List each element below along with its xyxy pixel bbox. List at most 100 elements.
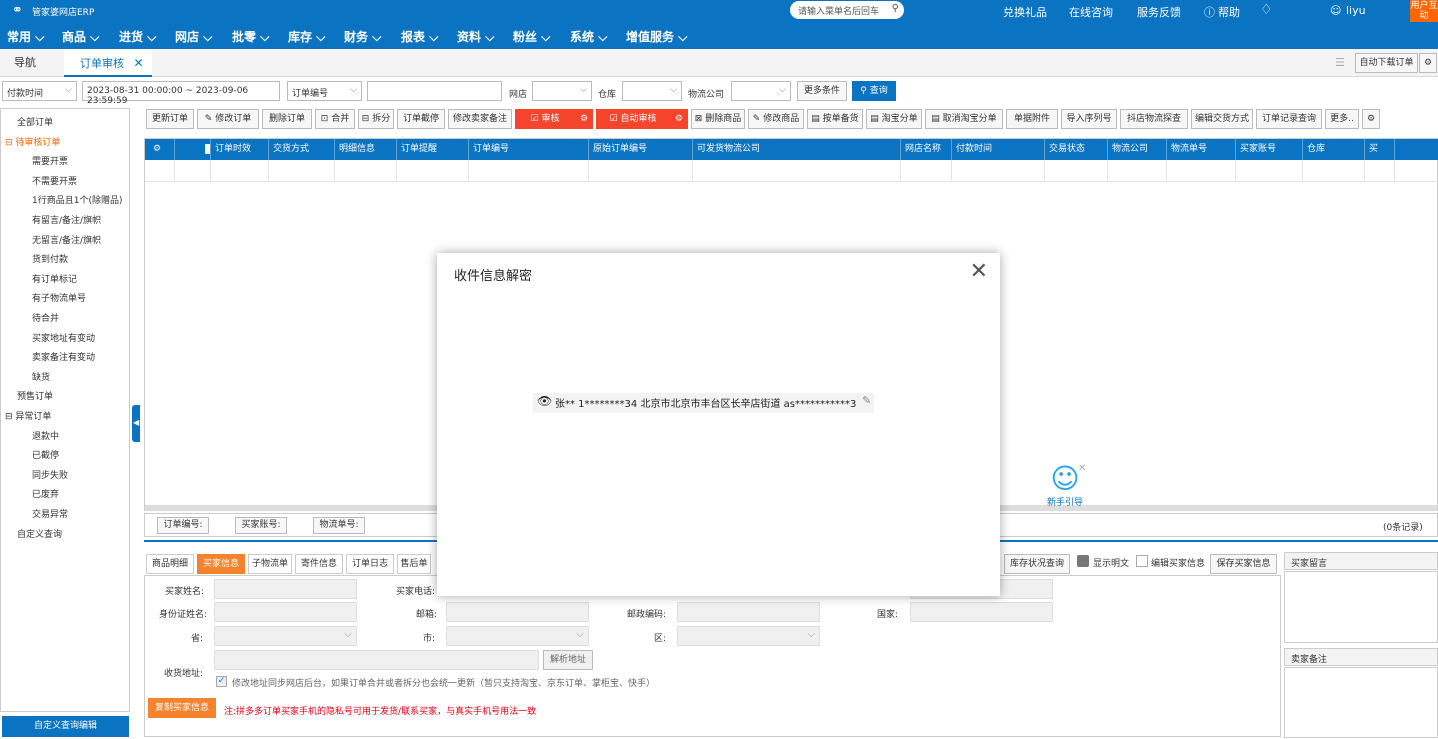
column-header[interactable]: 付款时间 (952, 139, 1045, 160)
column-header[interactable]: 可发货物流公司 (693, 139, 901, 160)
column-header[interactable]: 仓库 (1303, 139, 1365, 160)
close-icon[interactable]: ✕ (1078, 463, 1086, 474)
sidebar-item[interactable]: 待合并 (32, 311, 59, 324)
column-header[interactable]: 买家账号 (1236, 139, 1303, 160)
logistics-select[interactable]: ⌵ (731, 81, 791, 101)
warehouse-select[interactable]: ⌵ (622, 81, 682, 101)
menu-zengzhi[interactable]: 增值服务 ⌵ (626, 28, 687, 45)
action-button[interactable]: ▤ 淘宝分单 (866, 109, 922, 129)
table-cell[interactable] (693, 160, 901, 182)
bell-icon[interactable]: ♢ (1260, 2, 1273, 18)
action-button[interactable]: 删除订单 (262, 109, 312, 129)
auto-download-button[interactable]: 自动下载订单 (1355, 53, 1418, 73)
table-cell[interactable] (901, 160, 952, 182)
menu-search-input[interactable]: 请输入菜单名后回车 ⚲ (790, 1, 904, 19)
detail-tab[interactable]: 售后单 (397, 554, 431, 574)
close-tab-icon[interactable]: ✕ (134, 56, 144, 70)
sidebar-item[interactable]: 已废弃 (32, 487, 59, 500)
menu-baobiao[interactable]: 报表 ⌵ (401, 28, 438, 45)
collapse-sidebar-handle[interactable]: ◀ (132, 405, 140, 442)
table-cell[interactable] (145, 160, 175, 182)
detail-tab[interactable]: 商品明细 (146, 554, 194, 574)
sidebar-item[interactable]: 有订单标记 (32, 272, 77, 285)
country-input[interactable] (910, 602, 1053, 622)
action-button[interactable]: 编辑交货方式 (1191, 109, 1253, 129)
table-cell[interactable] (469, 160, 589, 182)
detail-tab[interactable]: 寄件信息 (295, 554, 343, 574)
column-header[interactable]: 网店名称 (901, 139, 952, 160)
gear-icon[interactable]: ⚙ (575, 109, 593, 129)
table-cell[interactable] (1365, 160, 1395, 182)
toolbar-gear-icon[interactable]: ⚙ (1362, 109, 1380, 129)
sidebar-item[interactable]: 无留言/备注/旗帜 (32, 233, 101, 246)
menu-caiwu[interactable]: 财务 ⌵ (344, 28, 381, 45)
menu-changyong[interactable]: 常用 ⌵ (7, 28, 44, 45)
gear-icon[interactable]: ⚙ (670, 109, 688, 129)
sidebar-item[interactable]: 退款中 (32, 429, 59, 442)
online-consult-link[interactable]: 在线咨询 (1069, 4, 1113, 20)
table-row[interactable] (145, 160, 1438, 182)
menu-pilin[interactable]: 批零 ⌵ (232, 28, 269, 45)
email-input[interactable] (446, 602, 589, 622)
table-cell[interactable] (1108, 160, 1167, 182)
detail-tab[interactable]: 子物流单 (248, 554, 292, 574)
sidebar-item[interactable]: 有子物流单号 (32, 291, 86, 304)
column-header[interactable]: 订单时效 (211, 139, 269, 160)
sidebar-item[interactable]: 卖家备注有变动 (32, 350, 95, 363)
sidebar-item[interactable]: ⊟ 异常订单 (5, 409, 51, 422)
copy-buyer-button[interactable]: 复制买家信息 (148, 698, 216, 718)
user-interaction-badge[interactable]: 用户互动 (1410, 0, 1438, 22)
action-button[interactable]: 更新订单 (146, 109, 194, 129)
action-button[interactable]: ✎ 修改商品 (748, 109, 804, 129)
query-button[interactable]: ⚲ 查询 (852, 81, 896, 101)
province-select[interactable]: ⌵ (214, 626, 357, 646)
address-input[interactable] (214, 650, 539, 670)
sidebar-item[interactable]: 已截停 (32, 448, 59, 461)
feedback-link[interactable]: 服务反馈 (1137, 4, 1181, 20)
menu-shangpin[interactable]: 商品 ⌵ (62, 28, 99, 45)
more-conditions-button[interactable]: 更多条件 (797, 81, 847, 101)
id-name-input[interactable] (214, 602, 357, 622)
postcode-input[interactable] (677, 602, 820, 622)
action-button[interactable]: ⊠ 删除商品 (691, 109, 745, 129)
sidebar-item[interactable]: 交易异常 (32, 507, 68, 520)
column-header[interactable]: 买 (1365, 139, 1395, 160)
date-range-input[interactable]: 2023-08-31 00:00:00 ~ 2023-09-06 23:59:5… (82, 81, 280, 106)
menu-fensi[interactable]: 粉丝 ⌵ (513, 28, 550, 45)
action-button[interactable]: 订单记录查询 (1256, 109, 1322, 129)
action-button[interactable]: 更多.. (1325, 109, 1359, 129)
column-header[interactable]: 物流公司 (1108, 139, 1167, 160)
column-header[interactable]: 明细信息 (335, 139, 397, 160)
tab-order-review[interactable]: 订单审核 ✕ (64, 49, 152, 77)
sidebar-item[interactable]: 缺货 (32, 370, 50, 383)
column-header[interactable]: 原始订单编号 (589, 139, 693, 160)
table-cell[interactable] (269, 160, 335, 182)
sidebar-item[interactable]: 不需要开票 (32, 174, 77, 187)
order-field-input[interactable] (367, 81, 502, 101)
action-button[interactable]: 订单截停 (397, 109, 445, 129)
user-icon[interactable]: ☺ (1330, 4, 1341, 17)
gift-link[interactable]: 兑换礼品 (1003, 4, 1047, 20)
sidebar-item[interactable]: ⊟ 待审核订单 (5, 135, 60, 148)
time-type-select[interactable]: 付款时间 ⌵ (2, 81, 77, 101)
sidebar-item[interactable]: 1行商品且1个(除赠品) (32, 193, 122, 206)
column-header[interactable]: 交易状态 (1045, 139, 1108, 160)
action-button[interactable]: 单据附件 (1006, 109, 1058, 129)
table-cell[interactable] (211, 160, 269, 182)
table-cell[interactable] (1045, 160, 1108, 182)
eye-icon[interactable]: 👁 (537, 394, 552, 408)
user-name[interactable]: liyu (1346, 4, 1366, 17)
column-header[interactable] (175, 139, 211, 160)
action-button[interactable]: ✎ 修改订单 (197, 109, 259, 129)
table-cell[interactable] (175, 160, 211, 182)
table-cell[interactable] (952, 160, 1045, 182)
action-button[interactable]: ⊡ 合并 (315, 109, 355, 129)
save-buyer-button[interactable]: 保存买家信息 (1210, 554, 1277, 574)
menu-jinhuo[interactable]: 进货 ⌵ (119, 28, 156, 45)
column-settings-gear-icon[interactable]: ⚙ (145, 139, 175, 160)
table-cell[interactable] (397, 160, 469, 182)
sidebar-item[interactable]: 全部订单 (17, 115, 53, 128)
settings-gear-icon[interactable]: ⚙ (1419, 53, 1437, 73)
city-select[interactable]: ⌵ (446, 626, 589, 646)
sidebar-item[interactable]: 自定义查询 (17, 527, 62, 540)
